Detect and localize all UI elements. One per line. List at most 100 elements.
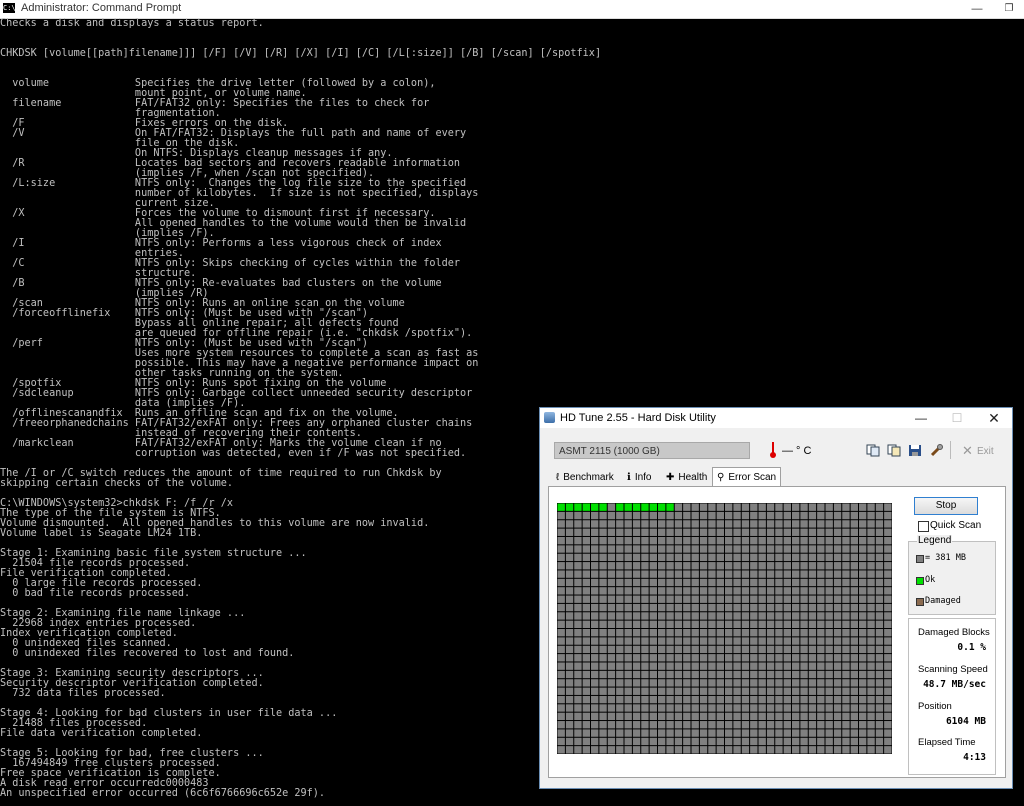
scan-block	[632, 620, 641, 628]
copy-icon[interactable]	[866, 444, 880, 457]
scan-block	[817, 612, 825, 620]
scan-block	[699, 511, 708, 520]
scan-block	[641, 620, 649, 628]
scan-block	[758, 645, 766, 654]
scan-block	[850, 712, 859, 721]
scan-block	[766, 712, 775, 721]
scan-block	[867, 587, 875, 595]
legend-ok-swatch	[916, 577, 924, 585]
copy-all-icon[interactable]	[887, 444, 901, 457]
scan-block	[808, 637, 817, 645]
quick-scan-label[interactable]: Quick Scan	[930, 520, 981, 531]
scan-block	[683, 578, 691, 587]
scan-block	[884, 562, 892, 570]
drive-select[interactable]: ASMT 2115 (1000 GB)	[554, 442, 750, 459]
save-icon[interactable]	[908, 444, 922, 457]
scan-block	[716, 612, 725, 620]
scan-block	[574, 553, 582, 562]
scan-block	[833, 662, 842, 670]
scan-block	[808, 562, 817, 570]
scan-block	[867, 570, 875, 578]
scan-block	[750, 729, 758, 737]
scan-block	[867, 704, 875, 712]
cmd-maximize-button[interactable]: ❐	[994, 0, 1024, 18]
scan-block	[783, 603, 792, 612]
scan-block	[867, 603, 875, 612]
scan-block	[733, 687, 741, 695]
exit-button-label[interactable]: Exit	[977, 446, 994, 457]
hdtune-minimize-button[interactable]: —	[903, 408, 939, 428]
scan-block	[884, 645, 892, 654]
scan-block	[699, 687, 708, 695]
scan-block	[591, 545, 599, 553]
scan-block	[775, 737, 783, 746]
scan-block	[716, 670, 725, 679]
scan-block	[691, 511, 699, 520]
scan-block	[565, 545, 574, 553]
scan-block	[850, 670, 859, 679]
scan-block	[658, 562, 666, 570]
stop-button[interactable]: Stop	[914, 497, 978, 515]
hdtune-maximize-button[interactable]: ☐	[939, 408, 975, 428]
scan-block	[825, 729, 833, 737]
scan-block	[658, 654, 666, 662]
scan-block	[750, 603, 758, 612]
hdtune-close-button[interactable]: ✕	[976, 408, 1012, 428]
scan-block	[758, 679, 766, 687]
scan-block	[859, 612, 867, 620]
scan-block	[716, 695, 725, 704]
scan-block	[674, 587, 683, 595]
scan-block	[716, 620, 725, 628]
scan-block	[741, 545, 750, 553]
scan-block	[708, 712, 716, 721]
tab-benchmark[interactable]: ℓ Benchmark	[556, 470, 614, 486]
tab-error-scan[interactable]: ⚲ Error Scan	[712, 467, 782, 488]
scan-block	[658, 712, 666, 721]
scan-block	[565, 629, 574, 637]
scan-block	[825, 603, 833, 612]
scan-block	[725, 570, 733, 578]
scan-block	[775, 545, 783, 553]
scan-block	[666, 570, 674, 578]
scan-block	[867, 637, 875, 645]
options-icon[interactable]	[930, 444, 944, 457]
scan-block	[766, 637, 775, 645]
scan-block	[884, 520, 892, 528]
scan-block	[758, 503, 766, 511]
scan-block	[649, 679, 658, 687]
quick-scan-checkbox[interactable]	[918, 521, 929, 532]
scan-block	[842, 704, 850, 712]
cmd-minimize-button[interactable]: —	[962, 0, 992, 18]
scan-block	[766, 670, 775, 679]
scan-block	[591, 553, 599, 562]
scan-block	[733, 612, 741, 620]
scan-block	[674, 528, 683, 536]
scan-block	[607, 629, 616, 637]
scan-block	[674, 536, 683, 545]
scan-block	[607, 603, 616, 612]
scan-block	[825, 587, 833, 595]
scan-block	[817, 553, 825, 562]
scan-block	[691, 612, 699, 620]
scan-block	[775, 578, 783, 587]
scan-block	[582, 536, 591, 545]
scan-block	[557, 587, 565, 595]
scan-block	[674, 704, 683, 712]
scan-block	[825, 620, 833, 628]
scan-block	[699, 520, 708, 528]
scan-block	[775, 679, 783, 687]
scan-block	[649, 645, 658, 654]
exit-icon[interactable]: ✕	[962, 444, 973, 457]
scan-block	[725, 612, 733, 620]
scan-block	[766, 687, 775, 695]
scan-block	[766, 562, 775, 570]
scan-block	[783, 520, 792, 528]
scan-block	[783, 654, 792, 662]
console-line: Volume label is Seagate LM24 1TB.	[0, 528, 203, 539]
tab-health[interactable]: ✚ Health	[666, 470, 707, 486]
tab-info[interactable]: ℹ Info	[627, 470, 652, 486]
scan-block	[591, 679, 599, 687]
scan-block	[666, 654, 674, 662]
scan-block	[733, 578, 741, 587]
scan-block	[666, 695, 674, 704]
